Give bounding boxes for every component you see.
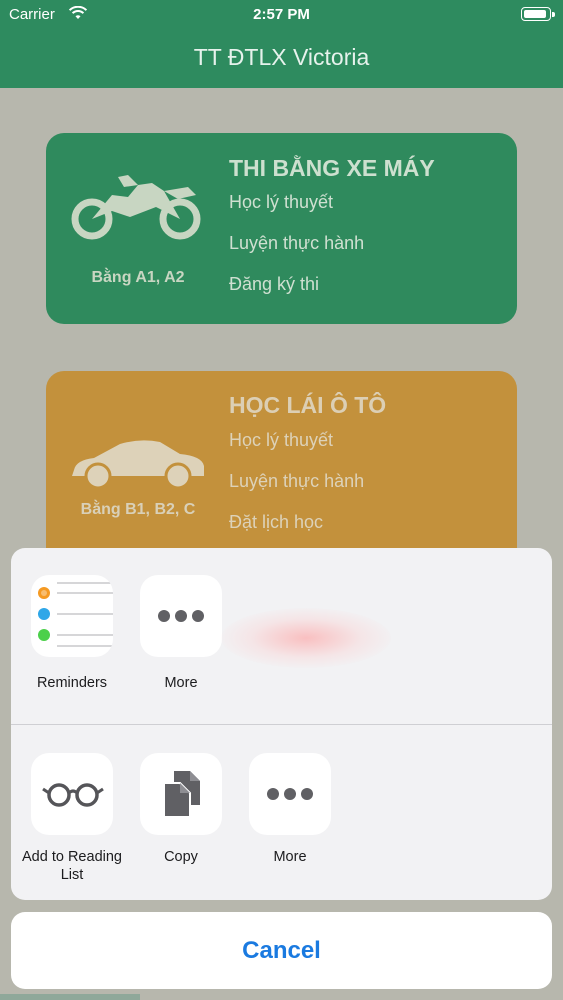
home-indicator xyxy=(0,994,140,1000)
motorbike-card-title: THI BẰNG XE MÁY xyxy=(229,155,435,181)
battery-icon xyxy=(521,7,555,21)
car-driving-card[interactable]: Bằng B1, B2, C HỌC LÁI Ô TÔ Học lý thuyế… xyxy=(46,371,517,571)
action-label: More xyxy=(273,849,307,865)
motorbike-item-theory[interactable]: Học lý thuyết xyxy=(229,192,333,213)
more-dots-icon xyxy=(140,575,222,657)
car-item-book-lesson[interactable]: Đặt lịch học xyxy=(229,512,323,533)
copy-icon xyxy=(140,753,222,835)
action-copy[interactable]: Copy xyxy=(140,753,222,883)
share-apps-row: Reminders More xyxy=(11,548,552,724)
car-license-label: Bằng B1, B2, C xyxy=(80,501,196,518)
share-app-label: Reminders xyxy=(36,675,108,691)
glasses-icon xyxy=(31,753,113,835)
navigation-bar: TT ĐTLX Victoria xyxy=(0,28,563,88)
car-icon xyxy=(72,440,204,490)
action-more[interactable]: More xyxy=(249,753,331,883)
car-item-practice[interactable]: Luyện thực hành xyxy=(229,471,364,492)
motorbike-item-register-exam[interactable]: Đăng ký thi xyxy=(229,274,319,295)
motorbike-license-label: Bằng A1, A2 xyxy=(91,269,185,286)
action-label: Add to Reading List xyxy=(22,849,122,883)
cancel-label: Cancel xyxy=(242,937,321,964)
motorcycle-icon xyxy=(71,175,201,240)
cancel-button[interactable]: Cancel xyxy=(11,912,552,989)
car-card-title: HỌC LÁI Ô TÔ xyxy=(229,392,387,418)
nav-title: TT ĐTLX Victoria xyxy=(193,44,370,70)
share-app-more[interactable]: More xyxy=(140,575,222,705)
motorbike-license-card[interactable]: Bằng A1, A2 THI BẰNG XE MÁY Học lý thuyế… xyxy=(46,133,517,324)
action-add-to-reading-list[interactable]: Add to Reading List xyxy=(22,753,122,883)
share-app-reminders[interactable]: Reminders xyxy=(31,575,113,705)
blurred-placeholder xyxy=(221,608,391,668)
more-dots-icon xyxy=(249,753,331,835)
share-actions-row: Add to Reading List Copy More xyxy=(11,725,552,900)
action-label: Copy xyxy=(164,849,198,865)
reminders-icon xyxy=(31,575,113,657)
status-time: 2:57 PM xyxy=(253,6,310,23)
share-sheet: Reminders More Add to Reading List Copy … xyxy=(11,548,552,900)
motorbike-item-practice[interactable]: Luyện thực hành xyxy=(229,233,364,254)
status-bar: Carrier 2:57 PM xyxy=(0,0,563,28)
car-item-theory[interactable]: Học lý thuyết xyxy=(229,430,333,451)
share-app-label: More xyxy=(164,675,198,691)
